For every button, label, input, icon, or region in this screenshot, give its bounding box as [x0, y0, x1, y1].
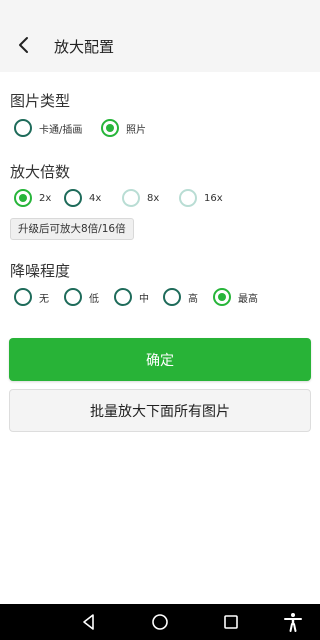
radio-circle-icon — [101, 119, 119, 137]
radio-circle-icon — [64, 288, 82, 306]
radio-circle-icon — [14, 189, 32, 207]
upgrade-chip[interactable]: 升级后可放大8倍/16倍 — [10, 218, 134, 240]
radio-circle-icon — [14, 119, 32, 137]
radio-label: 4x — [89, 192, 102, 204]
radio-label: 低 — [89, 293, 99, 305]
denoise-option-high[interactable]: 高 — [163, 288, 198, 306]
radio-circle-icon — [163, 288, 181, 306]
accessibility-icon[interactable] — [282, 611, 304, 633]
image-type-title: 图片类型 — [10, 92, 71, 110]
scale-option-16x[interactable]: 16x — [179, 189, 223, 207]
denoise-title: 降噪程度 — [10, 262, 71, 280]
denoise-option-highest[interactable]: 最高 — [213, 288, 258, 306]
radio-circle-icon — [179, 189, 197, 207]
radio-circle-icon — [122, 189, 140, 207]
system-navbar — [0, 604, 320, 640]
back-triangle-icon[interactable] — [78, 611, 100, 633]
radio-circle-icon — [14, 288, 32, 306]
home-circle-icon[interactable] — [149, 611, 171, 633]
denoise-option-low[interactable]: 低 — [64, 288, 99, 306]
recents-square-icon[interactable] — [220, 611, 242, 633]
radio-label: 高 — [188, 293, 198, 305]
image-type-option-cartoon[interactable]: 卡通/插画 — [14, 119, 82, 137]
scale-title: 放大倍数 — [10, 163, 71, 181]
radio-label: 无 — [39, 293, 49, 305]
denoise-option-none[interactable]: 无 — [14, 288, 49, 306]
scale-option-4x[interactable]: 4x — [64, 189, 101, 207]
radio-circle-icon — [64, 189, 82, 207]
scale-option-2x[interactable]: 2x — [14, 189, 51, 207]
radio-label: 16x — [204, 192, 223, 204]
scale-option-8x[interactable]: 8x — [122, 189, 159, 207]
confirm-button[interactable]: 确定 — [9, 338, 311, 381]
radio-label: 8x — [147, 192, 160, 204]
denoise-option-medium[interactable]: 中 — [114, 288, 149, 306]
batch-upscale-button[interactable]: 批量放大下面所有图片 — [9, 389, 311, 432]
radio-label: 2x — [39, 192, 52, 204]
radio-label: 照片 — [126, 124, 146, 136]
radio-label: 最高 — [238, 293, 258, 305]
radio-circle-icon — [213, 288, 231, 306]
app-header: 放大配置 — [0, 0, 320, 72]
radio-circle-icon — [114, 288, 132, 306]
image-type-option-photo[interactable]: 照片 — [101, 119, 146, 137]
radio-label: 卡通/插画 — [39, 124, 83, 136]
back-arrow-icon[interactable] — [12, 32, 38, 58]
radio-label: 中 — [139, 293, 149, 305]
page: 放大配置 图片类型 卡通/插画 照片 放大倍数 2x 4x 8x 16x 升级后… — [0, 0, 320, 640]
page-title: 放大配置 — [54, 38, 115, 56]
